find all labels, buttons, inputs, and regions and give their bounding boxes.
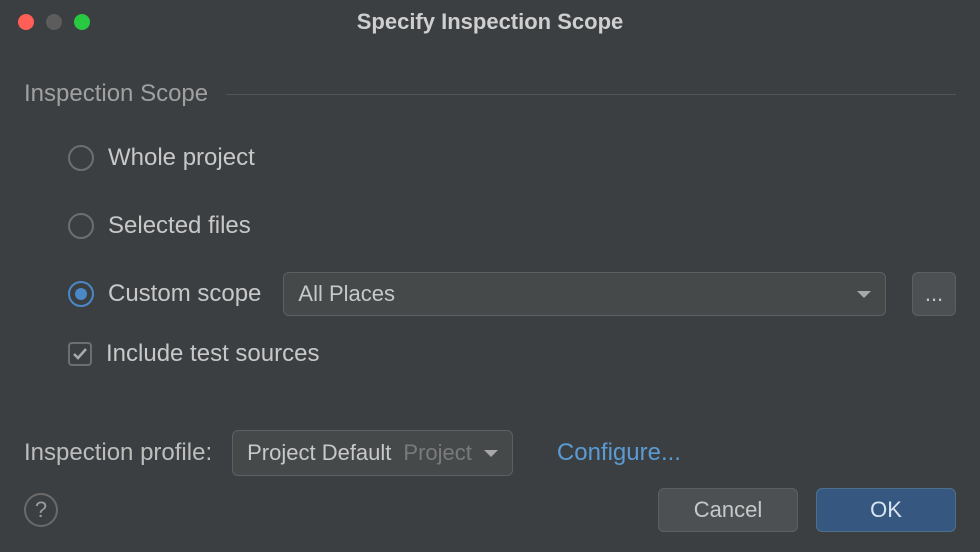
custom-scope-dropdown[interactable]: All Places [283,272,886,316]
help-icon: ? [35,497,47,523]
window-title: Specify Inspection Scope [0,9,980,35]
profile-label: Inspection profile: [24,439,212,467]
window-controls [0,14,90,30]
profile-suffix: Project [403,440,471,466]
chevron-down-icon [857,291,871,298]
inspection-profile-row: Inspection profile: Project Default Proj… [0,430,980,476]
profile-value: Project Default [247,440,391,466]
section-header: Inspection Scope [24,80,956,108]
radio-label: Custom scope [108,280,261,308]
button-label: Cancel [694,497,762,523]
radio-whole-project[interactable]: Whole project [68,136,956,180]
checkbox-icon [68,342,92,366]
section-label: Inspection Scope [24,80,208,108]
ellipsis-icon: ... [925,281,943,307]
chevron-down-icon [484,450,498,457]
scope-radio-group: Whole project Selected files Custom scop… [24,136,956,368]
scope-browse-button[interactable]: ... [912,272,956,316]
radio-label: Selected files [108,212,251,240]
close-window-button[interactable] [18,14,34,30]
dialog-footer: ? Cancel OK [24,488,956,532]
radio-icon [68,213,94,239]
radio-icon [68,145,94,171]
radio-label: Whole project [108,144,255,172]
radio-icon [68,281,94,307]
cancel-button[interactable]: Cancel [658,488,798,532]
maximize-window-button[interactable] [74,14,90,30]
titlebar: Specify Inspection Scope [0,0,980,44]
radio-custom-scope[interactable]: Custom scope All Places ... [68,272,956,316]
profile-dropdown[interactable]: Project Default Project [232,430,513,476]
dropdown-value: All Places [298,281,395,307]
section-divider [226,94,956,95]
help-button[interactable]: ? [24,493,58,527]
minimize-window-button[interactable] [46,14,62,30]
radio-selected-files[interactable]: Selected files [68,204,956,248]
footer-buttons: Cancel OK [658,488,956,532]
configure-link[interactable]: Configure... [557,439,681,467]
ok-button[interactable]: OK [816,488,956,532]
checkbox-label: Include test sources [106,340,319,368]
dialog-content: Inspection Scope Whole project Selected … [0,44,980,368]
button-label: OK [870,497,902,523]
include-test-sources-checkbox[interactable]: Include test sources [68,340,956,368]
